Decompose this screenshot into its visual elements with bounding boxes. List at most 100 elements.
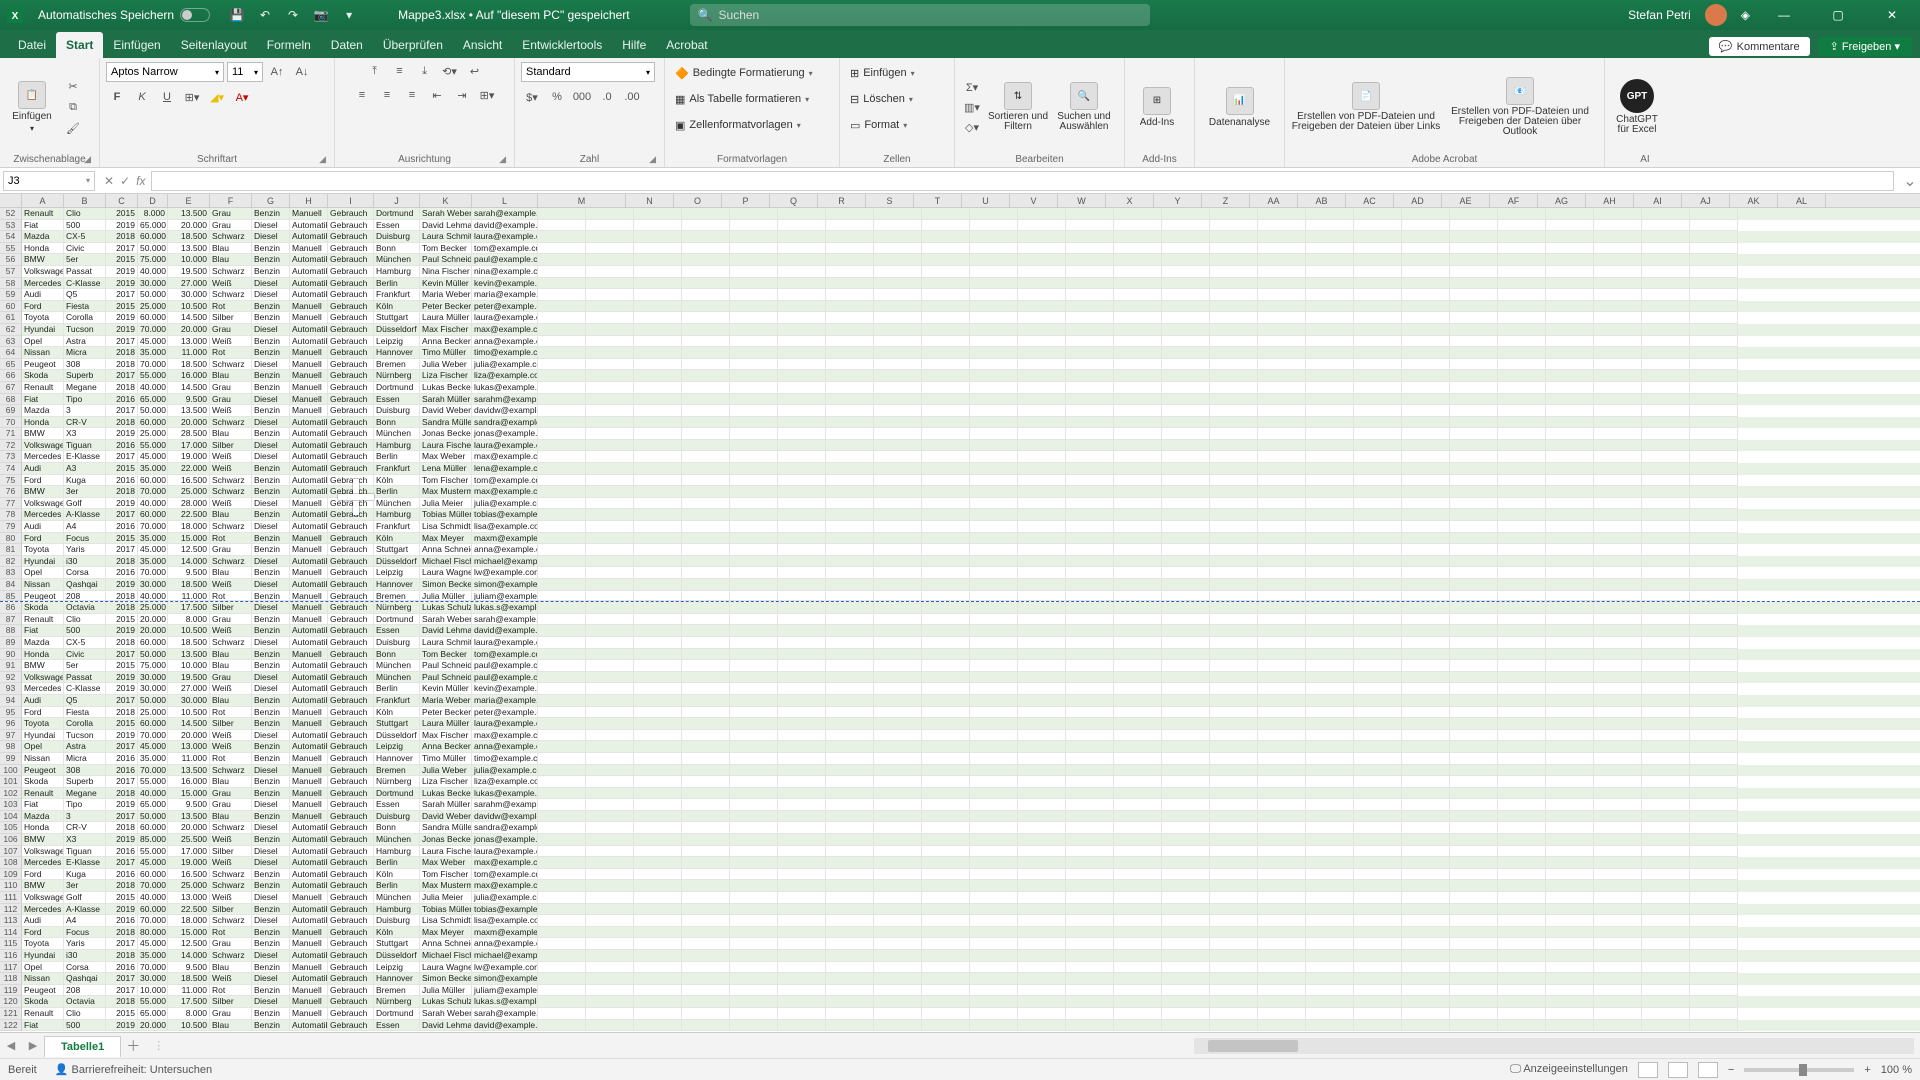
cell[interactable]: München xyxy=(374,254,420,266)
cell[interactable]: liza@example.com xyxy=(472,776,538,788)
cell[interactable] xyxy=(970,811,1018,823)
cell[interactable] xyxy=(1498,973,1546,985)
cell[interactable] xyxy=(586,417,634,429)
cell[interactable] xyxy=(1498,625,1546,637)
cell[interactable] xyxy=(922,973,970,985)
cell[interactable]: Maria Weber xyxy=(420,695,472,707)
merge-cells-icon[interactable]: ⊞▾ xyxy=(476,86,498,104)
table-row[interactable]: 77VolkswagenGolf201940.00028.000WeißDies… xyxy=(0,498,1920,510)
cell[interactable] xyxy=(682,904,730,916)
cell[interactable] xyxy=(1402,707,1450,719)
cell[interactable] xyxy=(1594,1020,1642,1032)
cell[interactable] xyxy=(1258,846,1306,858)
cell[interactable] xyxy=(1450,765,1498,777)
cell[interactable] xyxy=(682,892,730,904)
cell[interactable]: paul@example.com xyxy=(472,660,538,672)
cell[interactable] xyxy=(682,324,730,336)
table-row[interactable]: 112MercedesA-Klasse201960.00022.500Silbe… xyxy=(0,904,1920,916)
cell[interactable]: Micra xyxy=(64,753,106,765)
cell[interactable] xyxy=(1690,846,1738,858)
cell[interactable] xyxy=(1354,324,1402,336)
cell[interactable]: Grau xyxy=(210,324,252,336)
cell[interactable] xyxy=(1162,417,1210,429)
cell[interactable]: Gebrauch xyxy=(328,278,374,290)
cell[interactable]: 5er xyxy=(64,254,106,266)
sheet-nav-prev-icon[interactable]: ◀ xyxy=(0,1039,22,1052)
cell[interactable] xyxy=(730,254,778,266)
cell[interactable] xyxy=(1306,718,1354,730)
cell[interactable]: Schwarz xyxy=(210,556,252,568)
cell[interactable] xyxy=(634,811,682,823)
cell[interactable] xyxy=(826,1008,874,1020)
cell[interactable]: simon@example.com xyxy=(472,973,538,985)
cell[interactable] xyxy=(1210,892,1258,904)
cell[interactable] xyxy=(874,370,922,382)
cell[interactable]: Mazda xyxy=(22,637,64,649)
cell[interactable] xyxy=(1642,394,1690,406)
cell[interactable] xyxy=(1066,799,1114,811)
zoom-level[interactable]: 100 % xyxy=(1881,1064,1912,1076)
cell[interactable]: Grau xyxy=(210,672,252,684)
cell[interactable] xyxy=(826,753,874,765)
cell[interactable] xyxy=(1594,463,1642,475)
column-header[interactable]: P xyxy=(722,194,770,207)
cell[interactable]: 2018 xyxy=(106,707,138,719)
cell[interactable]: Laura Fischer xyxy=(420,846,472,858)
cell[interactable] xyxy=(538,950,586,962)
cell[interactable] xyxy=(922,683,970,695)
cell[interactable] xyxy=(1018,730,1066,742)
cell[interactable] xyxy=(778,556,826,568)
cell[interactable] xyxy=(538,614,586,626)
cell[interactable] xyxy=(1018,231,1066,243)
cell[interactable] xyxy=(970,718,1018,730)
cell[interactable]: Max Weber xyxy=(420,857,472,869)
row-header[interactable]: 90 xyxy=(0,649,22,661)
table-row[interactable]: 98OpelAstra201745.00013.000WeißBenzinAut… xyxy=(0,741,1920,753)
cell[interactable]: 2017 xyxy=(106,776,138,788)
cell[interactable]: Kevin Müller xyxy=(420,278,472,290)
cell[interactable]: Benzin xyxy=(252,985,290,997)
cell[interactable] xyxy=(1546,996,1594,1008)
cell[interactable]: 10.500 xyxy=(168,301,210,313)
cell[interactable] xyxy=(1690,486,1738,498)
cell[interactable] xyxy=(1306,567,1354,579)
cell[interactable]: 25.000 xyxy=(168,486,210,498)
cell[interactable] xyxy=(1354,428,1402,440)
ribbon-tab-seitenlayout[interactable]: Seitenlayout xyxy=(171,32,257,58)
cell[interactable] xyxy=(1258,521,1306,533)
cell[interactable] xyxy=(1162,602,1210,614)
cell[interactable]: 9.500 xyxy=(168,394,210,406)
cell[interactable] xyxy=(874,243,922,255)
cell[interactable] xyxy=(1354,440,1402,452)
cell[interactable] xyxy=(1690,776,1738,788)
decrease-font-icon[interactable]: A↓ xyxy=(291,63,313,81)
cell[interactable] xyxy=(1258,451,1306,463)
cell[interactable]: Sandra Müller xyxy=(420,417,472,429)
cell[interactable] xyxy=(1354,996,1402,1008)
cell[interactable] xyxy=(922,950,970,962)
cell[interactable] xyxy=(1690,822,1738,834)
cell[interactable]: 60.000 xyxy=(138,822,168,834)
cell[interactable] xyxy=(1642,405,1690,417)
cell[interactable] xyxy=(634,707,682,719)
cell[interactable] xyxy=(1690,266,1738,278)
cell[interactable] xyxy=(1306,765,1354,777)
cell[interactable]: Gebrauch xyxy=(328,904,374,916)
cell[interactable] xyxy=(1018,799,1066,811)
cell[interactable] xyxy=(634,231,682,243)
cell[interactable] xyxy=(1690,985,1738,997)
cell[interactable] xyxy=(1498,567,1546,579)
cell[interactable]: BMW xyxy=(22,660,64,672)
cell[interactable] xyxy=(1450,950,1498,962)
cell[interactable]: Gebrauch xyxy=(328,707,374,719)
table-row[interactable]: 89MazdaCX-5201860.00018.500SchwarzDiesel… xyxy=(0,637,1920,649)
cell[interactable] xyxy=(1210,591,1258,602)
cell[interactable] xyxy=(538,892,586,904)
cell[interactable]: Automatik xyxy=(290,521,328,533)
cell[interactable] xyxy=(1354,359,1402,371)
cell[interactable] xyxy=(634,625,682,637)
cell[interactable]: Leipzig xyxy=(374,962,420,974)
increase-decimal-icon[interactable]: .00 xyxy=(621,88,643,106)
cell[interactable] xyxy=(1498,579,1546,591)
cell[interactable] xyxy=(826,533,874,545)
